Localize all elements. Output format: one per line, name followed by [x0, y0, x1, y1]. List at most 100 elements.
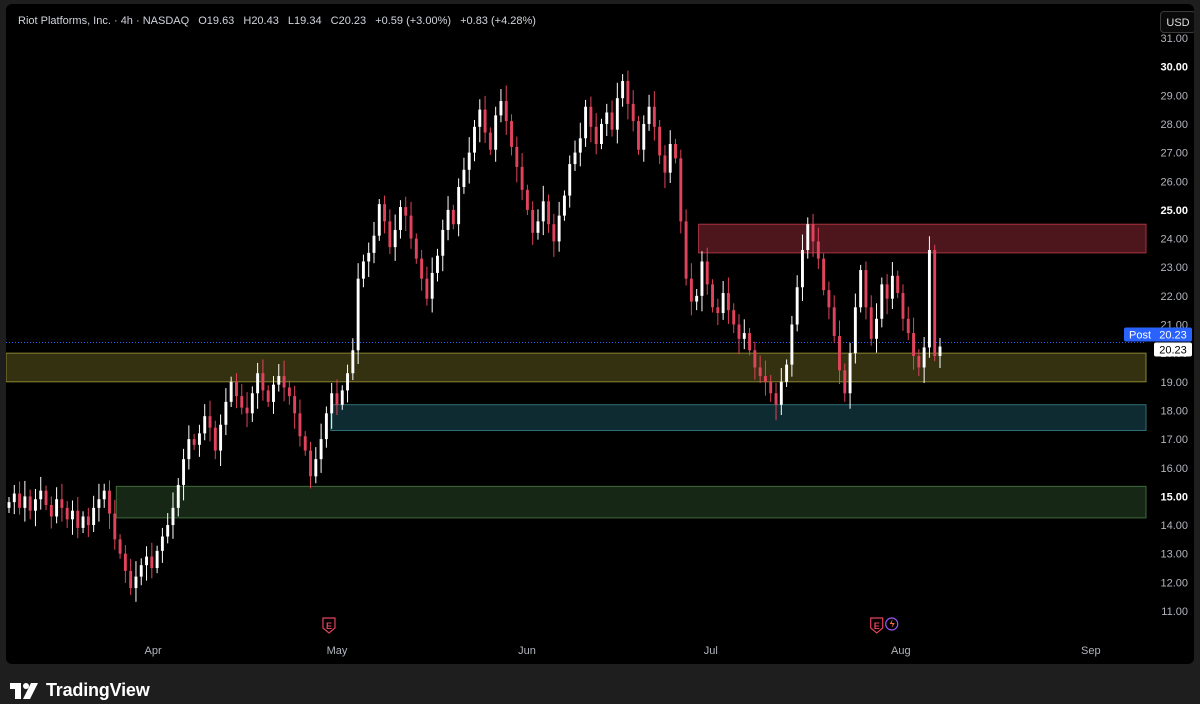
candle-body	[488, 132, 492, 150]
candle-body	[779, 381, 783, 405]
candle-body	[520, 166, 524, 190]
currency-button[interactable]: USD	[1160, 11, 1194, 33]
y-tick-label: 30.00	[1160, 62, 1188, 74]
candle-body	[393, 229, 397, 248]
candle-body	[801, 250, 804, 288]
y-tick-label: 24.00	[1160, 234, 1188, 246]
x-tick-label: Jun	[518, 645, 536, 657]
candle-body	[102, 490, 106, 500]
candle-body	[785, 364, 789, 382]
candle-body	[568, 164, 572, 196]
candle-body	[171, 507, 175, 526]
candle-body	[261, 373, 265, 391]
y-tick-label: 29.00	[1160, 90, 1188, 102]
zone-support-teal[interactable]	[330, 404, 1147, 432]
candle-body	[330, 393, 334, 414]
earnings-marker[interactable]: E	[322, 617, 336, 634]
candle-body	[457, 186, 461, 225]
candle-body	[23, 496, 27, 508]
low-value: L19.34	[287, 15, 322, 27]
candle-body	[843, 370, 847, 394]
candle-body	[7, 502, 11, 508]
high-value: H20.43	[243, 15, 279, 27]
y-tick-label: 12.00	[1160, 577, 1188, 589]
zone-resistance[interactable]	[698, 223, 1147, 254]
candle-body	[917, 356, 921, 368]
candle-body	[39, 490, 43, 500]
candle-body	[732, 310, 736, 325]
candle-body	[97, 499, 101, 508]
candle-body	[547, 201, 551, 225]
candle-body	[631, 103, 635, 122]
candle-body	[853, 307, 857, 354]
y-tick-label: 17.00	[1160, 434, 1188, 446]
candle-body	[726, 292, 730, 311]
candle-body	[711, 284, 714, 308]
candle-body	[584, 106, 588, 139]
candle-body	[250, 393, 254, 414]
candle-body	[139, 565, 143, 577]
candle-body	[875, 318, 878, 339]
y-tick-label: 15.00	[1160, 491, 1188, 503]
candle-body	[277, 376, 281, 385]
candle-body	[525, 189, 529, 210]
x-tick-label: May	[327, 645, 348, 657]
y-tick-label: 16.00	[1160, 463, 1188, 475]
candle-body	[933, 250, 937, 357]
candle-body	[557, 215, 561, 242]
candle-body	[684, 221, 688, 279]
price-chart[interactable]: 31.00 30.00 29.00 28.00 27.00 26.00 25.00 24.00…	[6, 4, 1194, 664]
candle-body	[515, 146, 519, 167]
candle-body	[742, 333, 746, 339]
y-tick-label: 11.00	[1161, 606, 1188, 618]
candle-body	[208, 416, 212, 428]
y-tick-label: 23.00	[1160, 262, 1188, 274]
x-tick-label: Apr	[145, 645, 162, 657]
candle-body	[473, 126, 476, 153]
candle-body	[562, 195, 566, 216]
candle-body	[129, 570, 133, 589]
candle-body	[880, 284, 884, 319]
candle-body	[203, 416, 207, 434]
candle-body	[832, 307, 836, 336]
candle-body	[240, 396, 244, 408]
symbol-legend: Riot Platforms, Inc. · 4h · NASDAQ O19.6…	[18, 15, 536, 27]
candle-body	[372, 235, 376, 253]
candle-body	[150, 556, 154, 569]
candle-body	[478, 109, 482, 127]
candle-body	[219, 424, 223, 451]
candle-body	[213, 427, 217, 451]
x-tick-label: Aug	[891, 645, 911, 657]
candle-body	[589, 106, 593, 127]
candle-body	[187, 439, 191, 460]
candle-body	[769, 381, 773, 394]
candle-body	[795, 287, 799, 325]
tradingview-logo[interactable]: TradingView	[10, 680, 150, 701]
candle-body	[71, 510, 74, 520]
candle-body	[113, 513, 117, 540]
zone-support-yellow[interactable]	[6, 352, 1147, 383]
candle-body	[859, 270, 863, 308]
candle-body	[235, 381, 238, 397]
candle-body	[245, 407, 249, 414]
candle-body	[446, 209, 450, 230]
candle-body	[605, 112, 609, 124]
candle-body	[383, 204, 387, 222]
candle-body	[118, 539, 122, 554]
candle-body	[467, 152, 471, 170]
y-tick-label: 18.00	[1160, 405, 1188, 417]
candle-body	[774, 393, 778, 405]
chart-area[interactable]: 31.00 30.00 29.00 28.00 27.00 26.00 25.00 24.00…	[6, 4, 1194, 664]
candle-body	[65, 507, 69, 520]
bolt-icon	[889, 619, 895, 628]
candle-body	[822, 258, 826, 291]
candle-body	[44, 490, 48, 505]
candle-body	[927, 250, 931, 348]
candle-body	[573, 152, 577, 165]
candle-body	[615, 98, 619, 130]
zone-support-green[interactable]	[115, 485, 1147, 519]
earnings-label: E	[874, 621, 880, 631]
earnings-marker[interactable]: E	[870, 617, 899, 634]
candle-body	[626, 80, 630, 104]
candle-body	[679, 158, 683, 222]
